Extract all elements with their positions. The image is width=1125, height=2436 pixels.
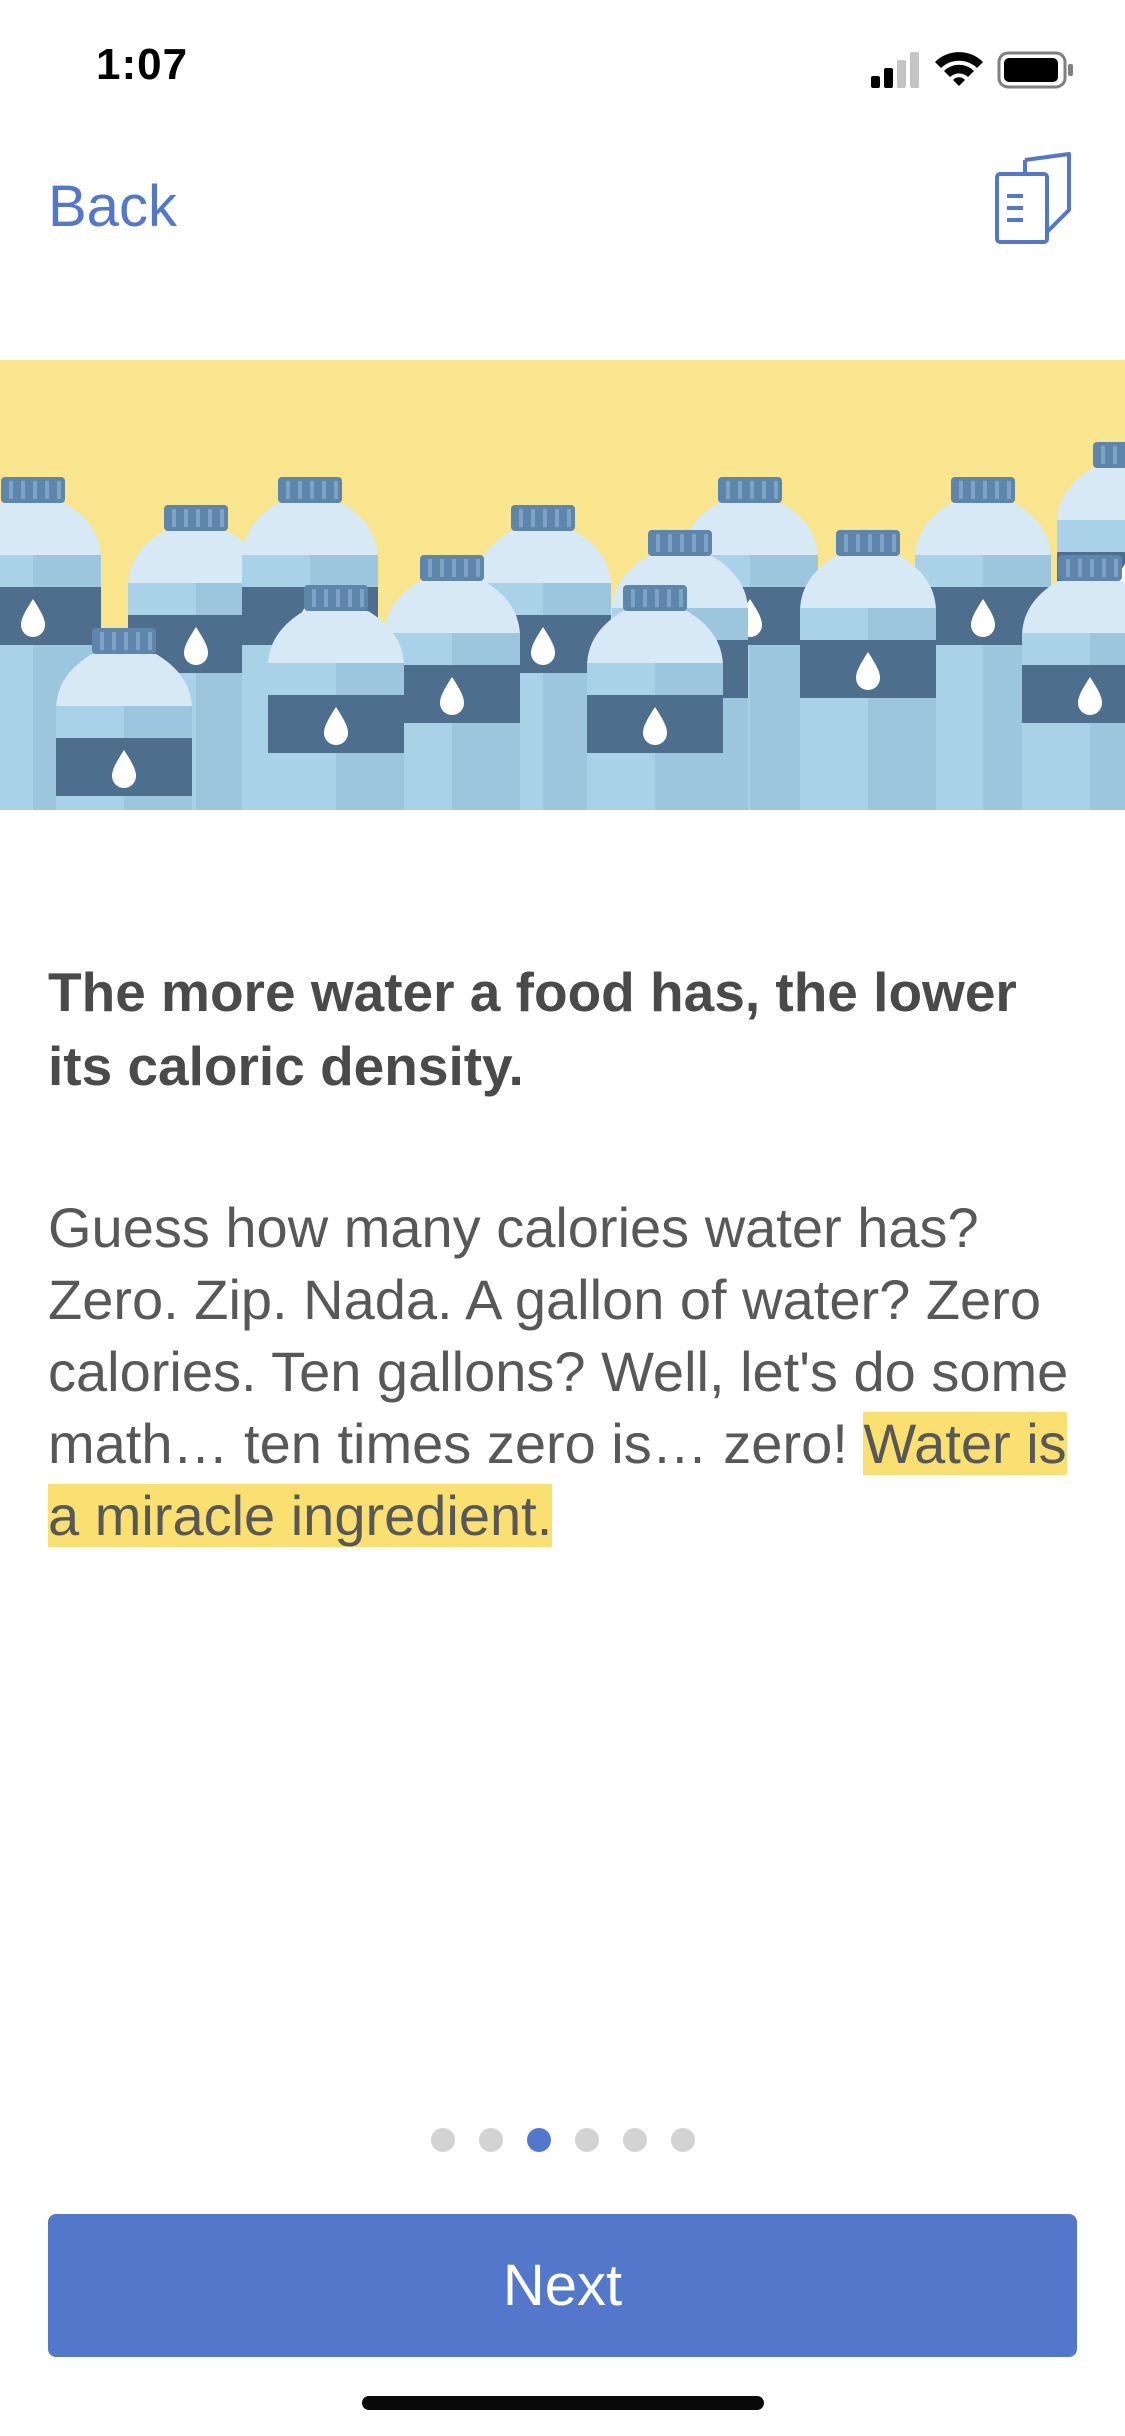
body-text: Guess how many calories water has? Zero.… — [48, 1192, 1088, 1552]
status-bar: 1:07 — [0, 0, 1125, 135]
page-dot[interactable] — [670, 2128, 695, 2152]
page-dot[interactable] — [622, 2128, 647, 2152]
book-icon[interactable] — [993, 152, 1073, 244]
nav-bar: Back — [0, 135, 1125, 355]
hero-illustration — [0, 360, 1125, 810]
battery-icon — [997, 51, 1073, 89]
headline: The more water a food has, the lower its… — [48, 961, 1017, 1097]
status-icons — [871, 51, 1073, 89]
page-indicator — [0, 2128, 1125, 2156]
page-dot[interactable] — [478, 2128, 503, 2152]
wifi-icon — [935, 52, 983, 86]
page-dot[interactable] — [430, 2128, 455, 2152]
water-bottles-illustration — [0, 440, 1125, 810]
next-button[interactable]: Next — [48, 2214, 1077, 2357]
back-button[interactable]: Back — [48, 173, 177, 240]
home-indicator[interactable] — [362, 2396, 764, 2410]
page-dot-active[interactable] — [526, 2128, 551, 2152]
status-time: 1:07 — [96, 40, 189, 89]
cellular-signal-icon — [871, 52, 919, 88]
page-dot[interactable] — [574, 2128, 599, 2152]
